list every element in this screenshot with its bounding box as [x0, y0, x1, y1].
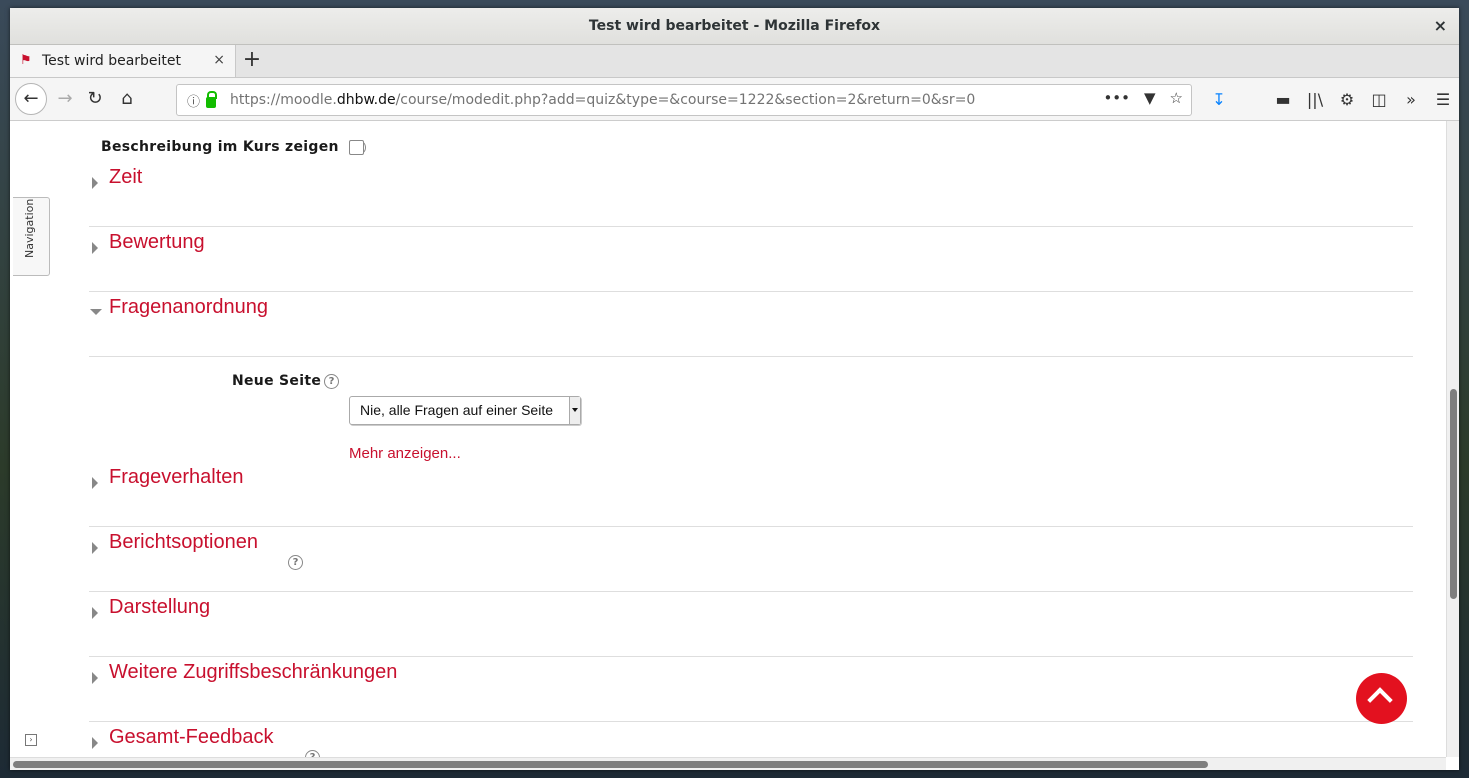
- collapse-caret-icon[interactable]: [92, 607, 98, 619]
- navigation-toolbar: ← → ↻ ⌂ ⓘ https://moodle.dhbw.de/course/…: [10, 78, 1459, 121]
- reload-button[interactable]: ↻: [80, 84, 110, 114]
- pocket-icon[interactable]: ▼: [1144, 89, 1156, 107]
- scroll-thumb[interactable]: [1450, 389, 1457, 599]
- section-berichtsoptionen[interactable]: Berichtsoptionen ?: [89, 527, 1413, 592]
- collapse-caret-icon[interactable]: [92, 542, 98, 554]
- url-path: /course/modedit.php?add=quiz&type=&cours…: [395, 92, 976, 108]
- collapse-caret-icon[interactable]: [92, 672, 98, 684]
- collapse-caret-icon[interactable]: [92, 177, 98, 189]
- section-weitere-zugriffsbeschraenkungen[interactable]: Weitere Zugriffsbeschränkungen: [89, 657, 1413, 722]
- neue-seite-select[interactable]: Nie, alle Fragen auf einer Seite: [349, 396, 581, 425]
- library-icon[interactable]: ||\: [1299, 90, 1331, 109]
- expand-caret-icon[interactable]: [90, 309, 102, 315]
- collapse-caret-icon[interactable]: [92, 737, 98, 749]
- browser-window: Test wird bearbeitet - Mozilla Firefox ×…: [10, 8, 1459, 770]
- title-bar: Test wird bearbeitet - Mozilla Firefox ×: [10, 8, 1459, 45]
- description-label: Beschreibung im Kurs zeigen: [101, 139, 339, 155]
- page-content: Navigation › Beschreibung im Kurs zeigen…: [10, 121, 1446, 757]
- horizontal-scrollbar[interactable]: [10, 757, 1446, 770]
- section-title[interactable]: Zeit: [109, 166, 142, 189]
- navigation-tab-label: Navigation: [23, 198, 36, 258]
- url-actions: ••• ▼ ☆: [1103, 89, 1183, 107]
- section-title[interactable]: Gesamt-Feedback: [109, 726, 274, 749]
- tab-strip: ⚑ Test wird bearbeitet × +: [10, 45, 1459, 78]
- dock-icon[interactable]: ›: [25, 734, 37, 746]
- help-icon[interactable]: ?: [288, 555, 303, 570]
- show-description-checkbox[interactable]: [349, 140, 364, 155]
- chevron-up-icon: [1367, 687, 1393, 713]
- neue-seite-label: Neue Seite: [232, 373, 322, 389]
- addon-icon[interactable]: ⚙: [1331, 90, 1363, 109]
- collapse-caret-icon[interactable]: [92, 242, 98, 254]
- tab-active[interactable]: ⚑ Test wird bearbeitet ×: [10, 45, 236, 77]
- info-icon[interactable]: ⓘ: [187, 91, 200, 110]
- bookmark-star-icon[interactable]: ☆: [1170, 89, 1183, 107]
- tab-close-icon[interactable]: ×: [213, 52, 225, 68]
- dropdown-arrow-icon[interactable]: [569, 397, 580, 424]
- section-title[interactable]: Berichtsoptionen: [109, 531, 258, 554]
- back-to-top-button[interactable]: [1356, 673, 1407, 724]
- home-button[interactable]: ⌂: [112, 84, 142, 114]
- section-title[interactable]: Fragenanordnung: [109, 296, 268, 319]
- moodle-favicon-icon: ⚑: [20, 53, 32, 68]
- overflow-chevron-icon[interactable]: »: [1395, 90, 1427, 109]
- back-button[interactable]: ←: [15, 83, 47, 115]
- description-row: Beschreibung im Kurs zeigen ?: [101, 139, 366, 155]
- section-darstellung[interactable]: Darstellung: [89, 592, 1413, 657]
- sidebar-icon[interactable]: ◫: [1363, 90, 1395, 109]
- collapse-caret-icon[interactable]: [92, 477, 98, 489]
- forward-button[interactable]: →: [50, 84, 80, 114]
- new-tab-button[interactable]: +: [240, 48, 264, 72]
- extension-icon[interactable]: ▬: [1267, 90, 1299, 109]
- section-bewertung[interactable]: Bewertung: [89, 227, 1413, 292]
- select-value: Nie, alle Fragen auf einer Seite: [360, 402, 553, 418]
- navigation-block-tab[interactable]: Navigation: [13, 197, 50, 276]
- page-actions-icon[interactable]: •••: [1103, 89, 1130, 107]
- url-host: dhbw.de: [336, 92, 396, 108]
- toolbar-icons: ↧ ▬ ||\ ⚙ ◫ » ☰: [1203, 84, 1459, 114]
- section-title[interactable]: Bewertung: [109, 231, 205, 254]
- section-title[interactable]: Weitere Zugriffsbeschränkungen: [109, 661, 397, 684]
- section-zeit[interactable]: Zeit: [89, 162, 1413, 227]
- help-icon[interactable]: ?: [305, 750, 320, 757]
- download-icon[interactable]: ↧: [1203, 90, 1235, 109]
- tab-title: Test wird bearbeitet: [42, 53, 182, 69]
- url-prefix: https://moodle.: [230, 92, 337, 108]
- help-icon[interactable]: ?: [324, 374, 339, 389]
- section-frageverhalten[interactable]: Frageverhalten: [89, 462, 1413, 527]
- close-window-button[interactable]: ×: [1434, 16, 1447, 35]
- section-title[interactable]: Darstellung: [109, 596, 210, 619]
- window-title: Test wird bearbeitet - Mozilla Firefox: [588, 18, 881, 34]
- lock-icon: [206, 90, 218, 108]
- url-text[interactable]: https://moodle.dhbw.de/course/modedit.ph…: [230, 92, 975, 108]
- url-bar[interactable]: ⓘ https://moodle.dhbw.de/course/modedit.…: [176, 84, 1192, 116]
- scroll-thumb[interactable]: [13, 761, 1208, 768]
- section-fragenanordnung[interactable]: Fragenanordnung: [89, 292, 1413, 357]
- vertical-scrollbar[interactable]: [1446, 121, 1459, 757]
- hamburger-menu-icon[interactable]: ☰: [1427, 90, 1459, 109]
- mehr-anzeigen-link[interactable]: Mehr anzeigen...: [349, 445, 461, 462]
- section-title[interactable]: Frageverhalten: [109, 466, 244, 489]
- section-gesamt-feedback[interactable]: Gesamt-Feedback ?: [89, 722, 1413, 757]
